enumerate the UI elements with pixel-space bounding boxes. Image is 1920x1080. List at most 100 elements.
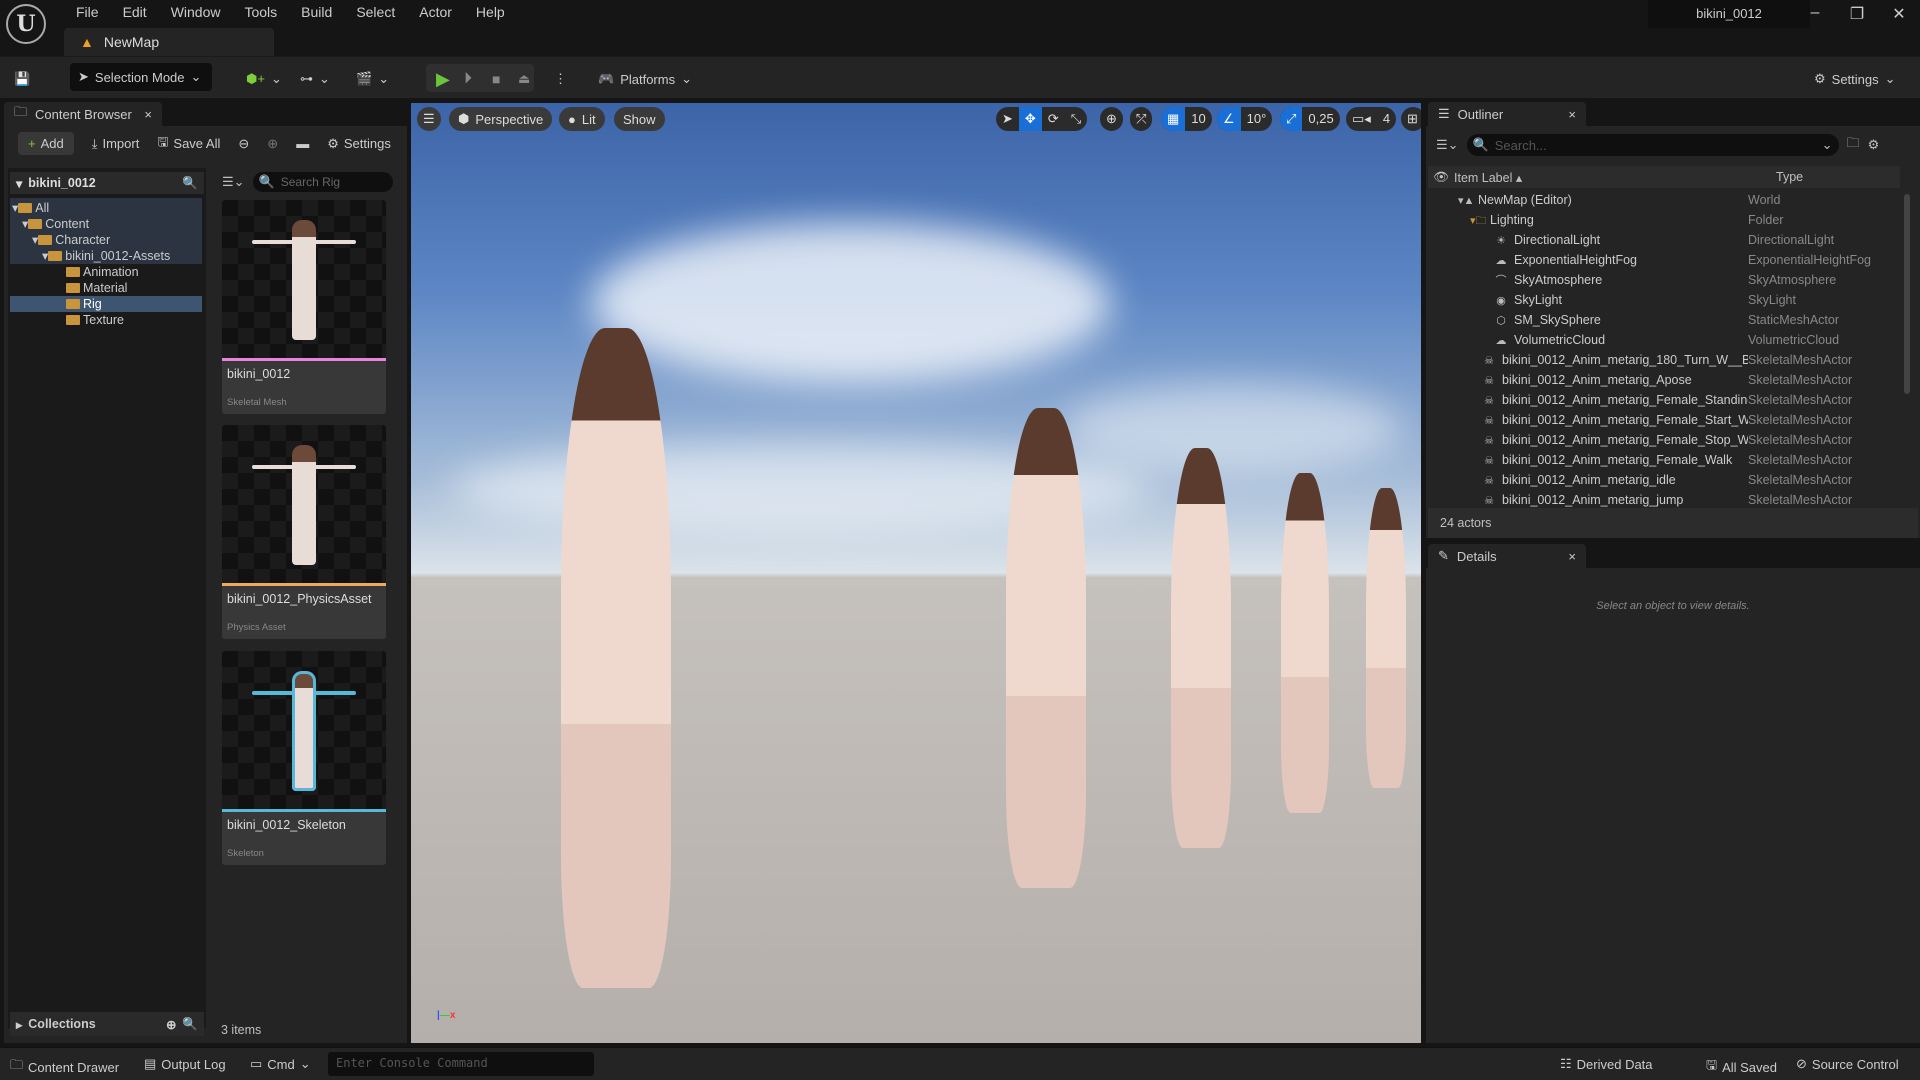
filter-icon[interactable]: ☰⌄ bbox=[1436, 137, 1459, 153]
close-tab-icon[interactable]: × bbox=[144, 107, 152, 122]
world-local-toggle[interactable]: ⊕ bbox=[1100, 107, 1123, 131]
asset-search-input[interactable]: 🔍 Search Rig bbox=[252, 172, 393, 192]
blueprint-button[interactable]: ⊶ ⌄ bbox=[300, 66, 330, 92]
menu-build[interactable]: Build bbox=[289, 3, 344, 21]
minimize-button[interactable]: – bbox=[1800, 4, 1830, 22]
unreal-logo-icon[interactable]: U bbox=[6, 4, 46, 44]
rotate-tool-icon[interactable]: ⟳ bbox=[1042, 107, 1065, 131]
menu-tools[interactable]: Tools bbox=[232, 3, 289, 21]
tree-item-character[interactable]: ▾ Character bbox=[12, 232, 170, 248]
cinematics-button[interactable]: 🎬 ⌄ bbox=[356, 66, 389, 92]
all-saved-button[interactable]: 🖫 All Saved bbox=[1706, 1056, 1777, 1078]
perspective-button[interactable]: ⬢ Perspective bbox=[449, 107, 553, 131]
character-actor[interactable] bbox=[561, 328, 671, 988]
forward-button[interactable]: ⊕ bbox=[267, 136, 278, 152]
character-actor[interactable] bbox=[1281, 473, 1329, 813]
surface-snap-toggle[interactable]: ⤱ bbox=[1130, 107, 1153, 131]
translate-tool-icon[interactable]: ✥ bbox=[1018, 107, 1042, 131]
content-drawer-button[interactable]: 🗀 Content Drawer bbox=[10, 1056, 119, 1078]
viewport-layout-button[interactable]: ⊞ bbox=[1401, 107, 1421, 131]
menu-file[interactable]: File bbox=[64, 3, 111, 21]
character-actor[interactable] bbox=[1006, 408, 1086, 888]
tree-item-material[interactable]: Material bbox=[12, 280, 170, 296]
console-command-input[interactable]: Enter Console Command bbox=[328, 1052, 594, 1076]
tree-item-animation[interactable]: Animation bbox=[12, 264, 170, 280]
character-actor[interactable] bbox=[1366, 488, 1406, 788]
cmd-dropdown[interactable]: ▭ Cmd ⌄ bbox=[250, 1056, 311, 1072]
add-actor-button[interactable]: ⬢+ ⌄ bbox=[246, 66, 282, 92]
add-collection-icon[interactable]: ⊕ bbox=[166, 1017, 176, 1032]
type-column[interactable]: Type bbox=[1776, 170, 1803, 184]
outliner-row[interactable]: ▾🗀 Lighting Folder bbox=[1428, 210, 1900, 230]
grid-snap[interactable]: ▦ 10 bbox=[1161, 107, 1212, 131]
tree-item-texture[interactable]: Texture bbox=[12, 312, 170, 328]
map-tab[interactable]: ▲ NewMap bbox=[64, 28, 274, 57]
outliner-row[interactable]: ⬡ SM_SkySphere StaticMeshActor bbox=[1428, 310, 1900, 330]
scale-snap[interactable]: ⤢ 0,25 bbox=[1280, 107, 1340, 131]
outliner-row[interactable]: ☁ VolumetricCloud VolumetricCloud bbox=[1428, 330, 1900, 350]
scale-tool-icon[interactable]: ⤡ bbox=[1065, 107, 1087, 131]
close-window-button[interactable]: ✕ bbox=[1884, 4, 1914, 24]
menu-window[interactable]: Window bbox=[159, 3, 233, 21]
tree-item-content[interactable]: ▾ Content bbox=[12, 216, 170, 232]
advance-frame-button[interactable]: ⏵ bbox=[464, 66, 472, 92]
outliner-scrollbar[interactable] bbox=[1904, 194, 1910, 394]
derived-data-button[interactable]: ☷ Derived Data bbox=[1560, 1056, 1653, 1072]
save-icon[interactable]: 💾 bbox=[14, 66, 30, 92]
more-options-button[interactable]: ⋮ bbox=[554, 66, 567, 92]
level-viewport[interactable]: ☰ ⬢ Perspective ● Lit Show ➤ ✥ ⟳ ⤡ ⊕ ⤱ ▦ 10 ∠ 1… bbox=[411, 103, 1421, 1043]
settings-dropdown[interactable]: ⚙ Settings ⌄ bbox=[1814, 66, 1896, 92]
details-tab[interactable]: ✎ Details × bbox=[1428, 544, 1586, 568]
search-icon[interactable]: 🔍 bbox=[182, 1017, 198, 1032]
outliner-row[interactable]: ☠ bikini_0012_Anim_metarig_Apose SkeletalM… bbox=[1428, 370, 1900, 390]
item-label-column[interactable]: Item Label ▴ bbox=[1454, 170, 1776, 185]
maximize-button[interactable]: ❐ bbox=[1842, 4, 1872, 24]
add-folder-icon[interactable]: 🗀 bbox=[1847, 134, 1860, 156]
folder-icon[interactable]: ▬ bbox=[296, 136, 309, 151]
lit-button[interactable]: ● Lit bbox=[559, 107, 605, 131]
import-button[interactable]: ⤓ Import bbox=[92, 136, 140, 152]
asset-card[interactable]: bikini_0012_PhysicsAsset Physics Asset bbox=[222, 425, 386, 639]
gear-icon[interactable]: ⚙ bbox=[1868, 137, 1880, 153]
outliner-row[interactable]: ☠ bikini_0012_Anim_metarig_Female_Stop_Wa… bbox=[1428, 430, 1900, 450]
back-button[interactable]: ⊖ bbox=[238, 136, 249, 152]
collections-header[interactable]: ▸ Collections ⊕ 🔍 bbox=[10, 1012, 204, 1036]
tree-item-all[interactable]: ▾ All bbox=[12, 200, 170, 216]
camera-speed[interactable]: ▭◂ 4 bbox=[1346, 107, 1397, 131]
filter-icon[interactable]: ☰⌄ bbox=[222, 174, 245, 190]
save-all-button[interactable]: 🖫 Save All bbox=[157, 133, 220, 155]
asset-card[interactable]: bikini_0012_Skeleton Skeleton bbox=[222, 651, 386, 865]
cb-settings-button[interactable]: ⚙ Settings bbox=[327, 136, 391, 152]
outliner-row[interactable]: ☠ bikini_0012_Anim_metarig_Female_Standin… bbox=[1428, 390, 1900, 410]
menu-help[interactable]: Help bbox=[464, 3, 517, 21]
tree-item-assets[interactable]: ▾ bikini_0012-Assets bbox=[12, 248, 170, 264]
sources-header[interactable]: ▾ bikini_0012 🔍 bbox=[10, 172, 204, 194]
rotation-snap[interactable]: ∠ 10° bbox=[1217, 107, 1273, 131]
eject-button[interactable]: ⏏ bbox=[518, 66, 530, 92]
outliner-row[interactable]: ☀ DirectionalLight DirectionalLight bbox=[1428, 230, 1900, 250]
output-log-button[interactable]: ▤ Output Log bbox=[144, 1056, 226, 1072]
outliner-row[interactable]: ⌒ SkyAtmosphere SkyAtmosphere bbox=[1428, 270, 1900, 290]
menu-actor[interactable]: Actor bbox=[407, 3, 464, 21]
outliner-tab[interactable]: ☰ Outliner × bbox=[1428, 102, 1586, 126]
add-button[interactable]: + Add bbox=[18, 132, 74, 155]
source-control-button[interactable]: ⊘ Source Control bbox=[1796, 1056, 1899, 1072]
menu-select[interactable]: Select bbox=[344, 3, 407, 21]
outliner-row[interactable]: ▾▲ NewMap (Editor) World bbox=[1428, 190, 1900, 210]
close-tab-icon[interactable]: × bbox=[1568, 549, 1576, 564]
close-tab-icon[interactable]: × bbox=[1568, 107, 1576, 122]
platforms-dropdown[interactable]: 🎮 Platforms ⌄ bbox=[598, 66, 692, 92]
stop-button[interactable]: ■ bbox=[492, 66, 500, 92]
select-tool-icon[interactable]: ➤ bbox=[996, 107, 1019, 131]
outliner-row[interactable]: ☠ bikini_0012_Anim_metarig_Female_Start_W… bbox=[1428, 410, 1900, 430]
asset-card[interactable]: bikini_0012 Skeletal Mesh bbox=[222, 200, 386, 414]
play-button[interactable]: ▶ bbox=[436, 66, 450, 92]
menu-edit[interactable]: Edit bbox=[111, 3, 159, 21]
outliner-row[interactable]: ☁ ExponentialHeightFog ExponentialHeightFo… bbox=[1428, 250, 1900, 270]
search-icon[interactable]: 🔍 bbox=[182, 176, 198, 191]
character-actor[interactable] bbox=[1171, 448, 1231, 848]
outliner-row[interactable]: ☠ bikini_0012_Anim_metarig_180_Turn_W__Br… bbox=[1428, 350, 1900, 370]
outliner-search-input[interactable]: 🔍 Search... ⌄ bbox=[1466, 134, 1839, 156]
show-button[interactable]: Show bbox=[614, 107, 665, 131]
viewport-menu-button[interactable]: ☰ bbox=[417, 107, 441, 131]
